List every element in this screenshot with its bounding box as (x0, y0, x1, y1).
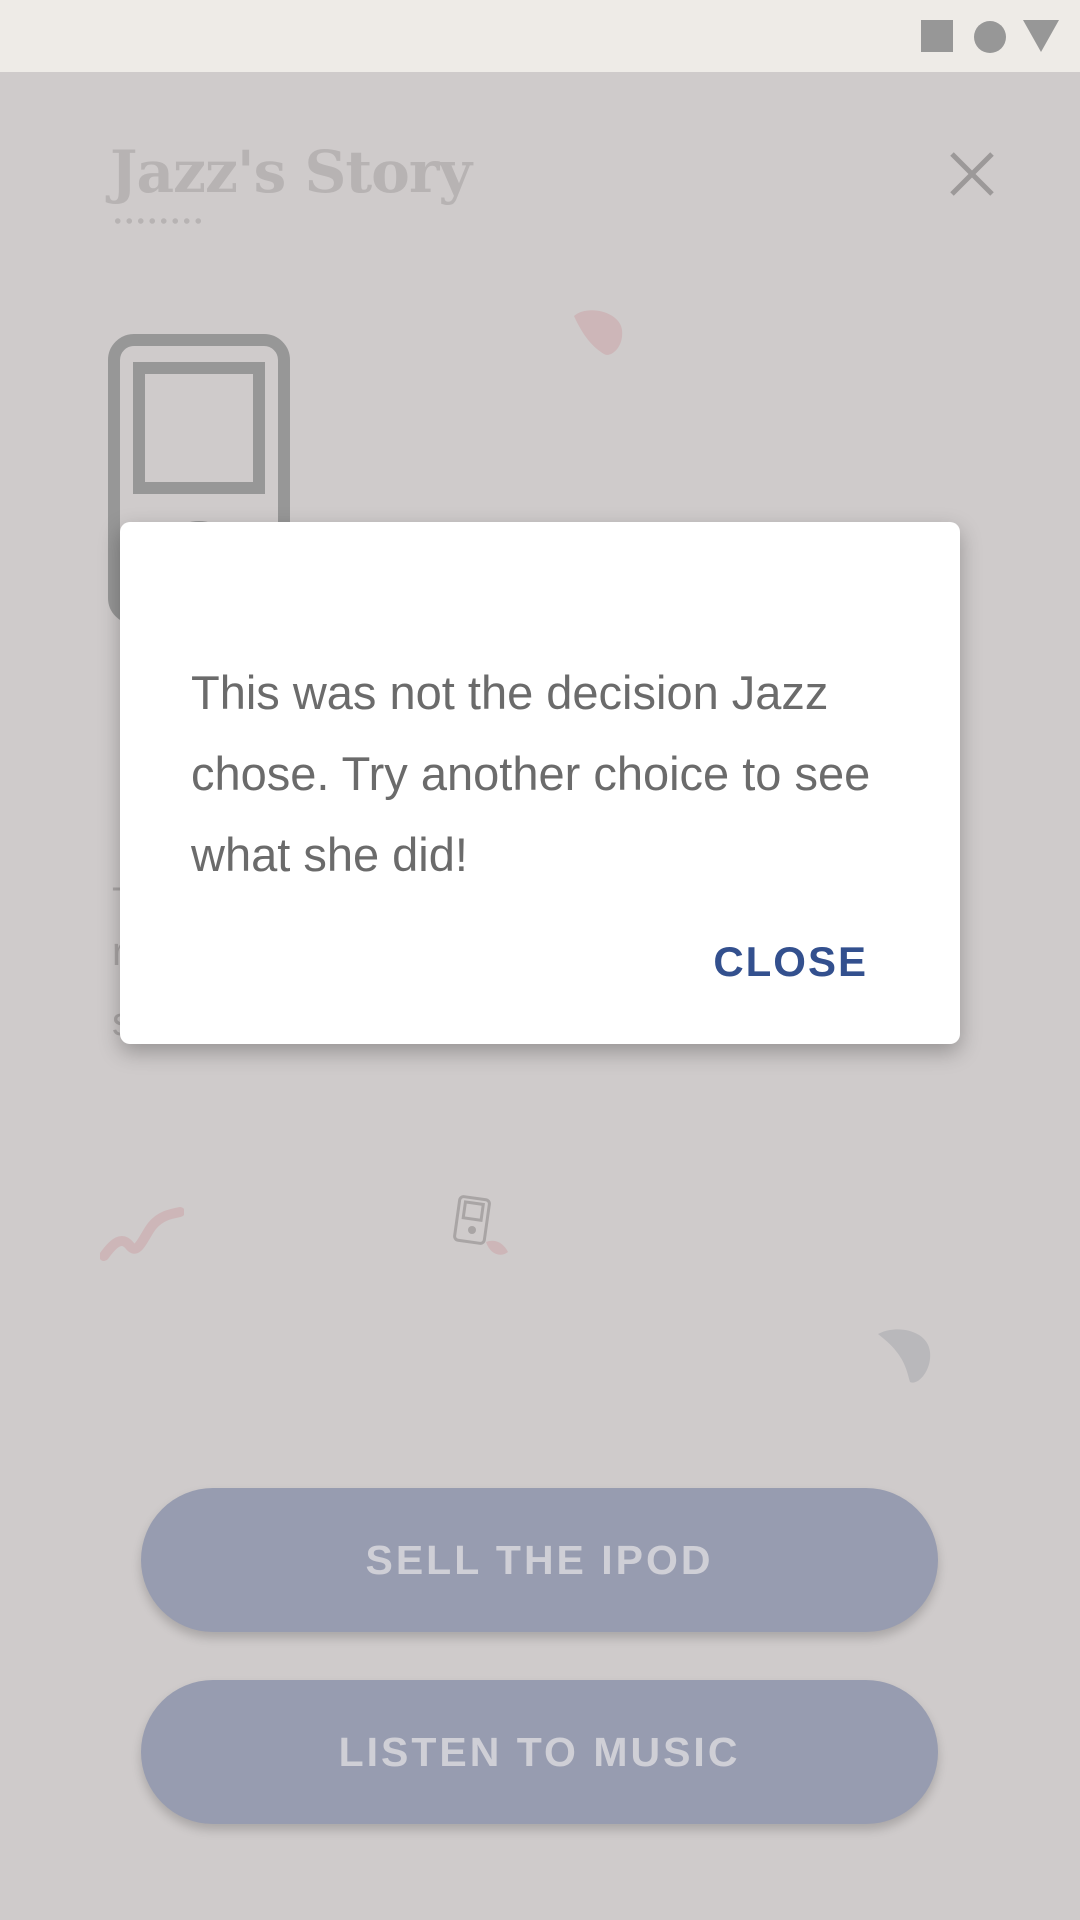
status-bar (0, 0, 1080, 72)
swirl-decoration (100, 1207, 184, 1261)
gray-blob-decoration (878, 1329, 931, 1383)
story-title: Jazz's Story (110, 138, 472, 206)
listen-to-music-button[interactable]: LISTEN TO MUSIC (141, 1680, 938, 1824)
close-icon[interactable] (948, 150, 996, 198)
title-underline (112, 218, 204, 224)
dialog: This was not the decision Jazz chose. Tr… (120, 522, 960, 1044)
dialog-close-button[interactable]: CLOSE (713, 938, 868, 986)
circle-icon (974, 21, 1006, 53)
ipod-small-icon (453, 1195, 508, 1255)
square-icon (921, 20, 953, 52)
pink-blob-decoration (574, 310, 623, 355)
sell-ipod-button[interactable]: SELL THE IPOD (141, 1488, 938, 1632)
dialog-message: This was not the decision Jazz chose. Tr… (191, 666, 871, 881)
triangle-icon (1023, 20, 1059, 52)
